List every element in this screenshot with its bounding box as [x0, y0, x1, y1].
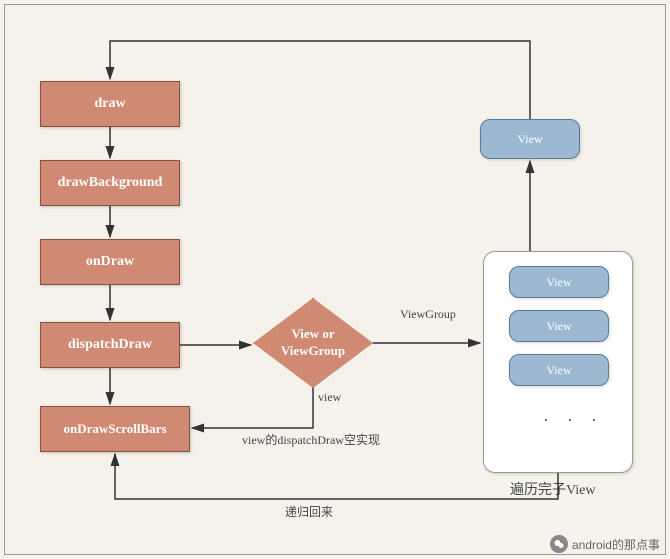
decision-view-or-viewgroup: View or ViewGroup — [253, 298, 373, 388]
decision-label: View or ViewGroup — [281, 326, 345, 360]
ellipsis-dots: . . . — [544, 408, 604, 426]
box-label: onDraw — [86, 254, 134, 270]
child-views-container: View View View . . . — [483, 251, 633, 473]
box-label: draw — [94, 96, 125, 112]
box-label: dispatchDraw — [68, 337, 152, 353]
box-dispatchdraw: dispatchDraw — [40, 322, 180, 368]
box-draw: draw — [40, 81, 180, 127]
child-view-2: View — [509, 310, 609, 342]
node-label: View — [546, 275, 571, 290]
label-empty-impl: view的dispatchDraw空实现 — [242, 431, 380, 448]
node-label: View — [517, 132, 542, 147]
label-view: view — [318, 390, 341, 405]
box-drawbackground: drawBackground — [40, 160, 180, 206]
diagram-canvas: draw drawBackground onDraw dispatchDraw … — [4, 4, 666, 555]
child-view-3: View — [509, 354, 609, 386]
label-recurse-back: 递归回来 — [285, 503, 333, 520]
label-traverse-done: 遍历完子View — [510, 479, 595, 499]
label-viewgroup: ViewGroup — [400, 307, 456, 322]
node-label: View — [546, 363, 571, 378]
box-label: onDrawScrollBars — [63, 421, 166, 437]
box-label: drawBackground — [58, 175, 163, 191]
footer-text: android的那点事 — [572, 536, 660, 553]
wechat-icon — [550, 535, 568, 553]
node-label: View — [546, 319, 571, 334]
footer-attribution: android的那点事 — [550, 535, 660, 553]
box-ondrawscrollbars: onDrawScrollBars — [40, 406, 190, 452]
box-ondraw: onDraw — [40, 239, 180, 285]
node-view-top: View — [480, 119, 580, 159]
child-view-1: View — [509, 266, 609, 298]
